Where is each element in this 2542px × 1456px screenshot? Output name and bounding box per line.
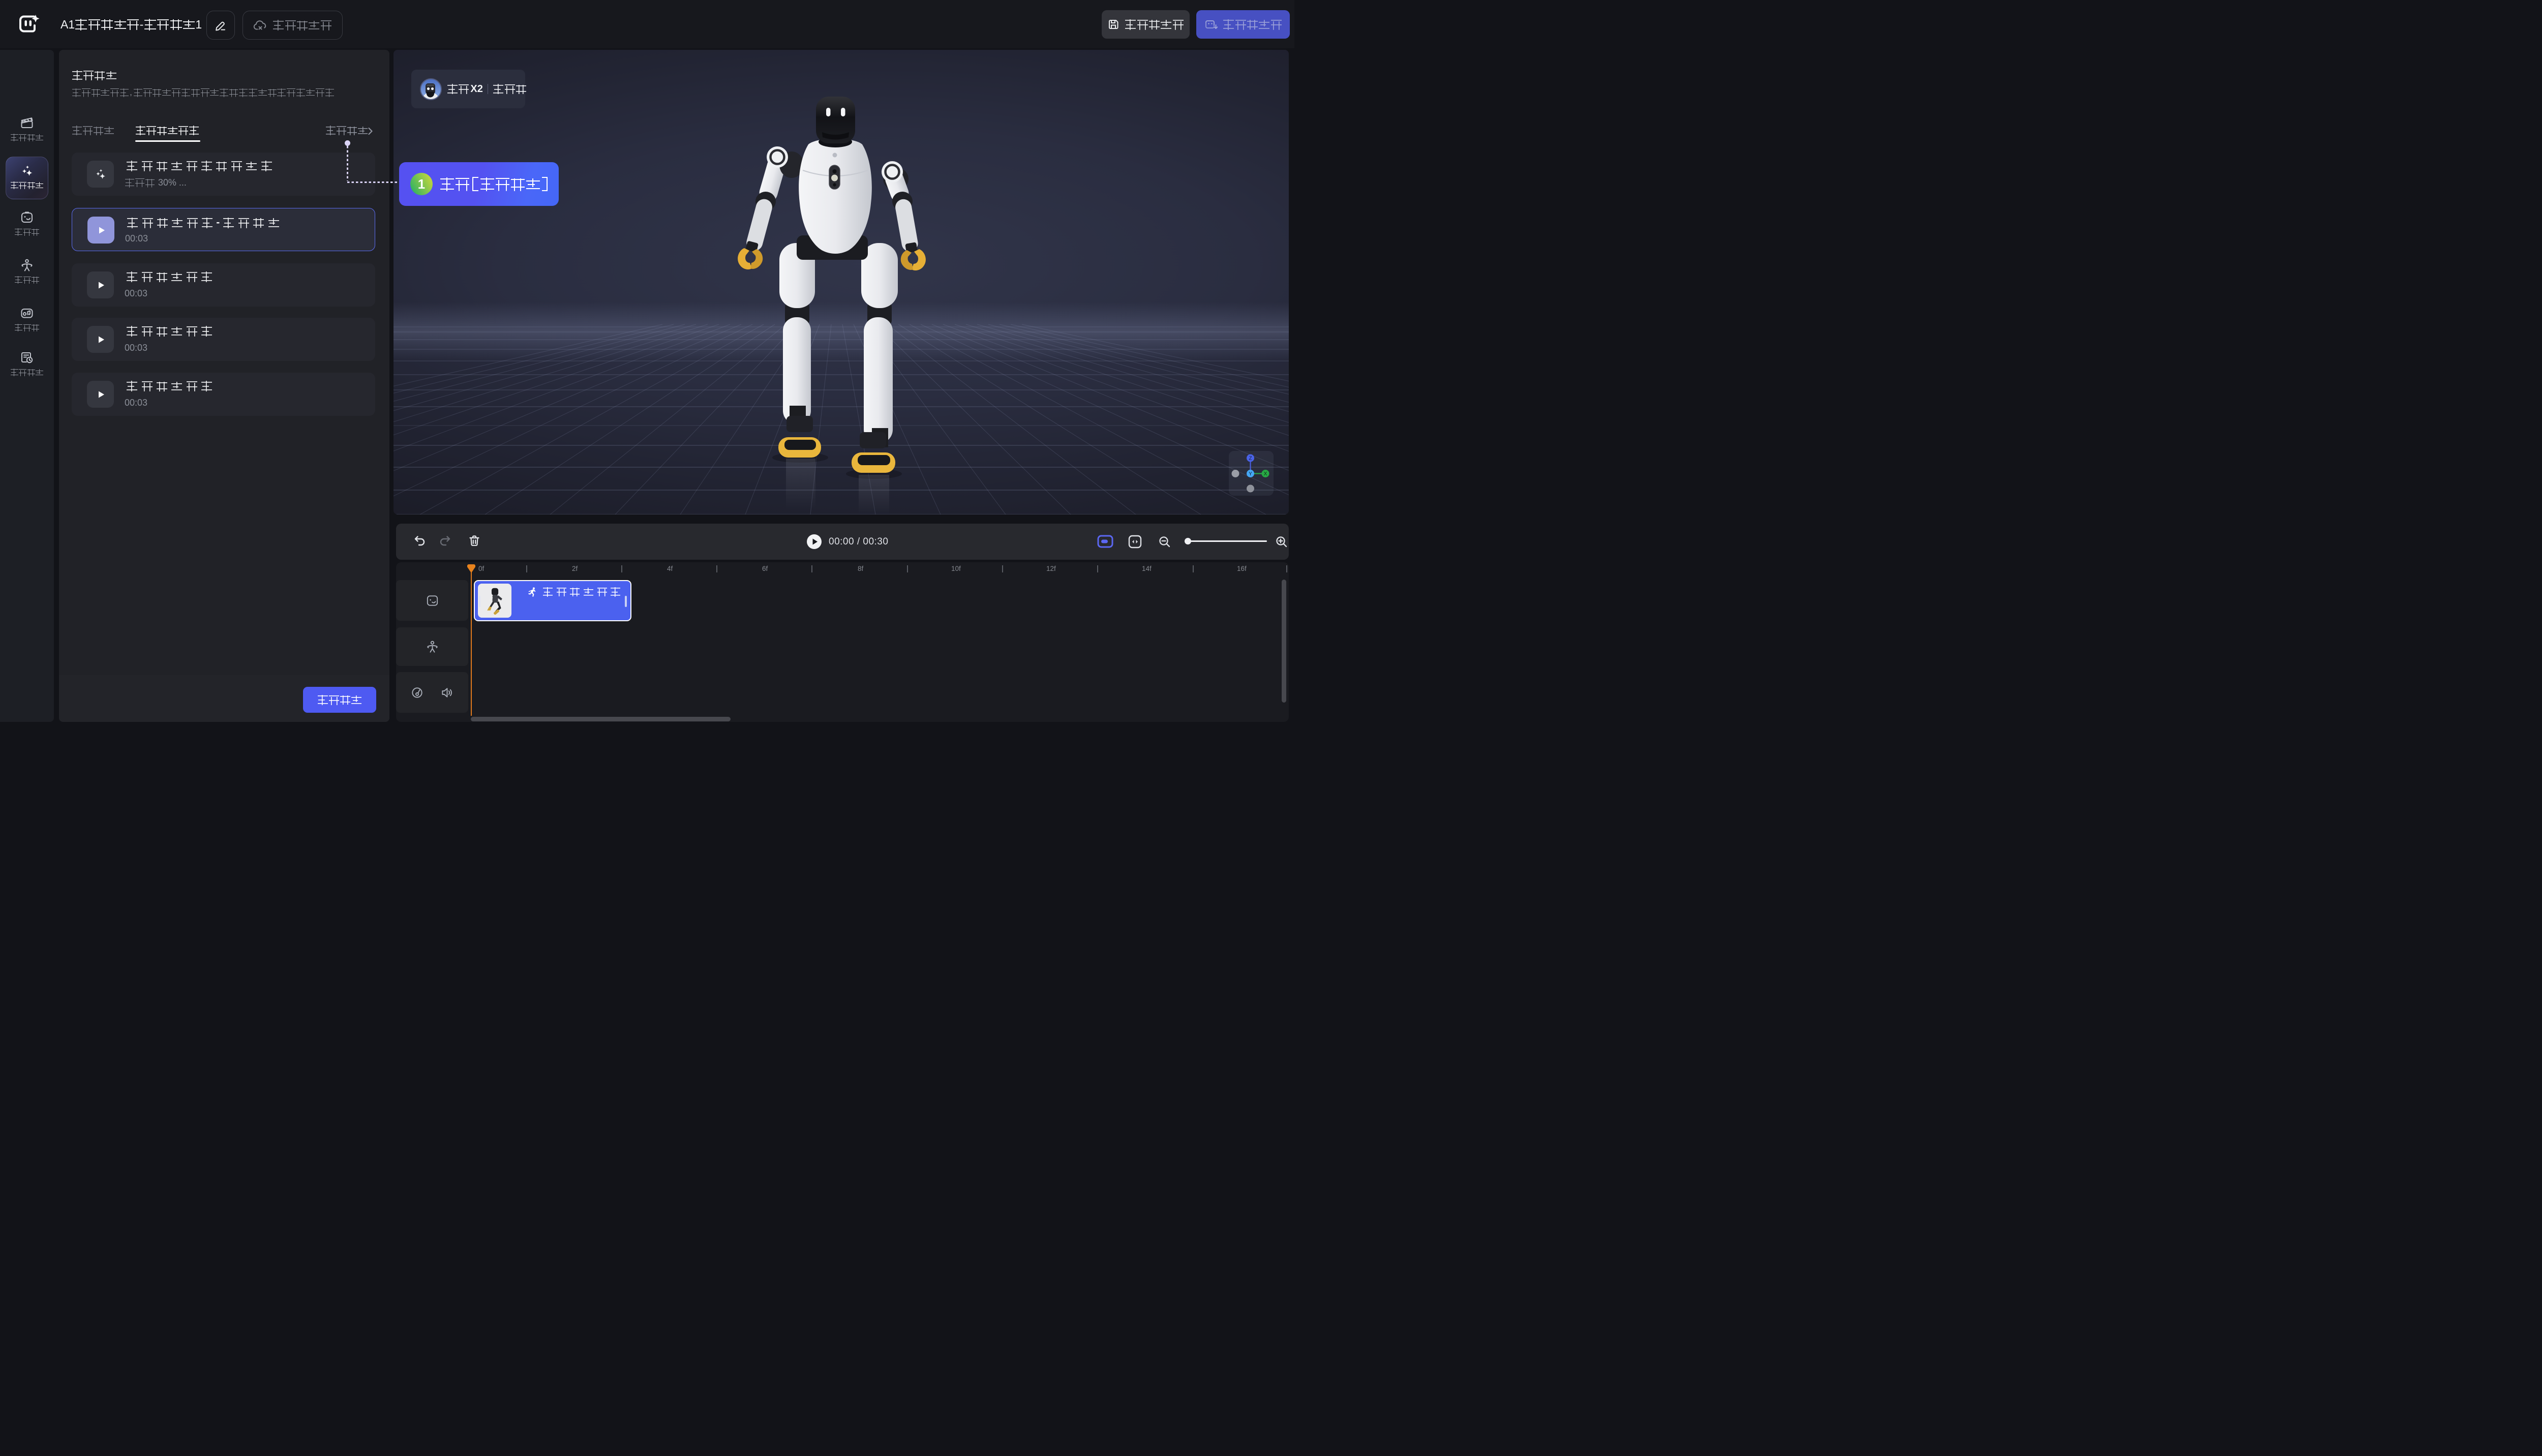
svg-text:Z: Z bbox=[1249, 456, 1252, 462]
svg-text:X: X bbox=[1264, 471, 1267, 477]
svg-text:Y: Y bbox=[1249, 471, 1252, 477]
